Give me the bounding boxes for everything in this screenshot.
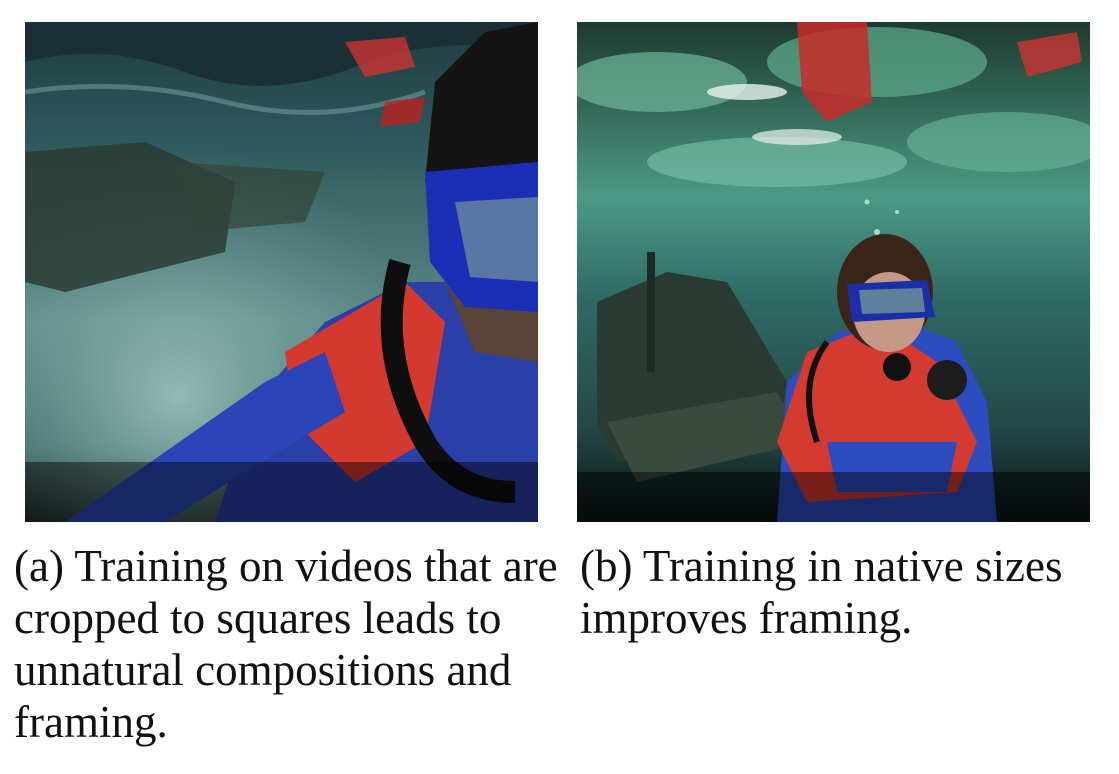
figure-caption-b: (b) Training in native sizes improves fr… [580,541,1063,643]
figure-caption-a: (a) Training on videos that are cropped … [14,541,558,747]
figure-panel-b-image [577,22,1090,522]
diver-selfie-image [25,22,538,522]
diver-shipwreck-image [577,22,1090,522]
figure-panel-a-image [25,22,538,522]
